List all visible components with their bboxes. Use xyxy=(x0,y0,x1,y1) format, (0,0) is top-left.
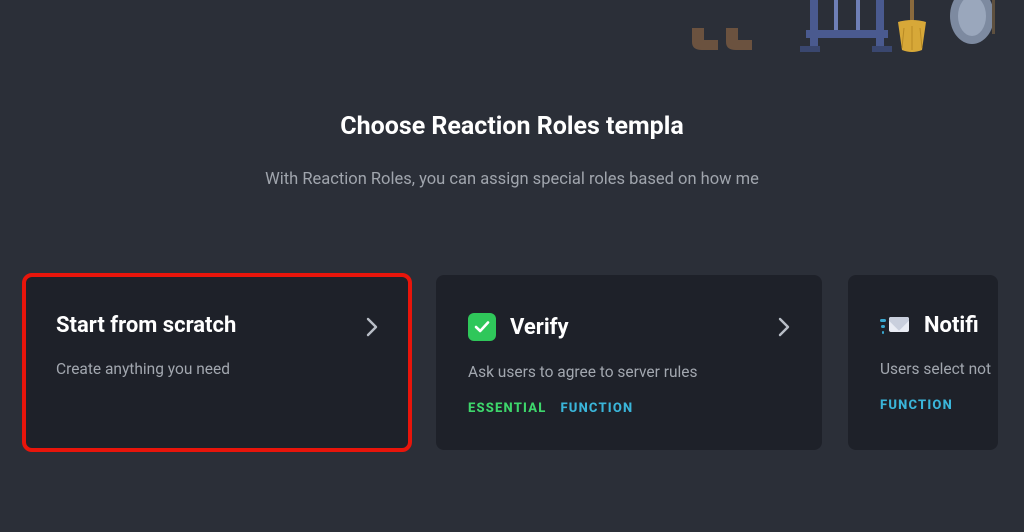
hero-illustration xyxy=(680,0,1024,60)
chevron-right-icon xyxy=(778,317,790,337)
card-start-from-scratch[interactable]: Start from scratch Create anything you n… xyxy=(24,275,410,450)
card-tags: Essential Function xyxy=(468,401,790,416)
card-description: Create anything you need xyxy=(56,360,378,378)
card-description: Ask users to agree to server rules xyxy=(468,363,790,381)
card-description: Users select not xyxy=(880,360,998,378)
tag-essential: Essential xyxy=(468,401,546,416)
card-notifications[interactable]: Notifi Users select not Function xyxy=(848,275,998,450)
page-subtitle: With Reaction Roles, you can assign spec… xyxy=(0,170,1024,189)
tag-function: Function xyxy=(560,401,633,416)
card-tags: Function xyxy=(880,398,998,413)
template-card-row: Start from scratch Create anything you n… xyxy=(24,275,998,450)
check-icon xyxy=(468,313,496,341)
card-title: Start from scratch xyxy=(56,313,236,338)
card-verify[interactable]: Verify Ask users to agree to server rule… xyxy=(436,275,822,450)
page-title: Choose Reaction Roles templa xyxy=(0,112,1024,141)
chevron-right-icon xyxy=(366,317,378,337)
card-title: Notifi xyxy=(924,313,979,338)
envelope-icon xyxy=(880,315,910,337)
tag-function: Function xyxy=(880,398,953,413)
card-title: Verify xyxy=(510,315,569,340)
